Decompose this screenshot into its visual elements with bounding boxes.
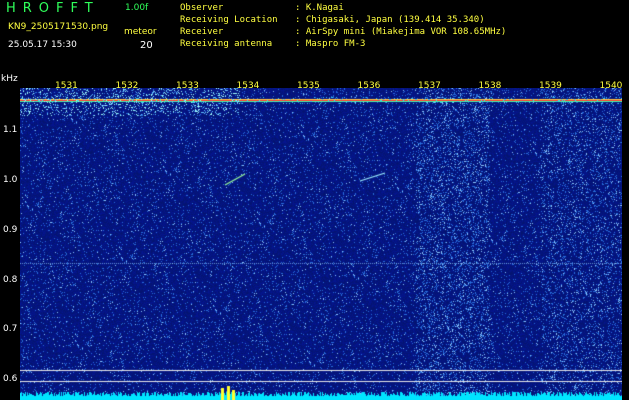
spectrogram-plot[interactable]: [20, 88, 622, 400]
y-tick-label: 0.6: [3, 374, 18, 384]
y-tick-label: 1.1: [3, 125, 18, 135]
y-tick-label: 0.7: [3, 324, 18, 334]
y-tick-label: 0.9: [3, 225, 18, 235]
meteor-count: 20: [140, 40, 153, 51]
plot-right-border: [622, 88, 629, 400]
hrofft-window: HROFFT 1.00f KN9_2505171530.png meteor 2…: [0, 0, 629, 400]
antenna-value: : Maspro FM-3: [295, 39, 366, 49]
y-axis-unit: kHz: [1, 74, 18, 84]
antenna-key: Receiving antenna: [180, 39, 273, 49]
y-tick-label: 1.0: [3, 175, 18, 185]
filename-label: KN9_2505171530.png: [8, 22, 109, 32]
app-title: HROFFT: [6, 1, 100, 16]
meteor-label: meteor: [124, 27, 157, 37]
receiver-value: : AirSpy mini (Miakejima VOR 108.65MHz): [295, 27, 507, 37]
version-label: 1.00f: [125, 3, 149, 13]
observer-value: : K.Nagai: [295, 3, 344, 13]
y-tick-label: 0.8: [3, 275, 18, 285]
location-key: Receiving Location: [180, 15, 278, 25]
receiver-key: Receiver: [180, 27, 224, 37]
timestamp-label: 25.05.17 15:30: [8, 40, 77, 50]
observer-key: Observer: [180, 3, 224, 13]
location-value: : Chigasaki, Japan (139.414 35.340): [295, 15, 485, 25]
